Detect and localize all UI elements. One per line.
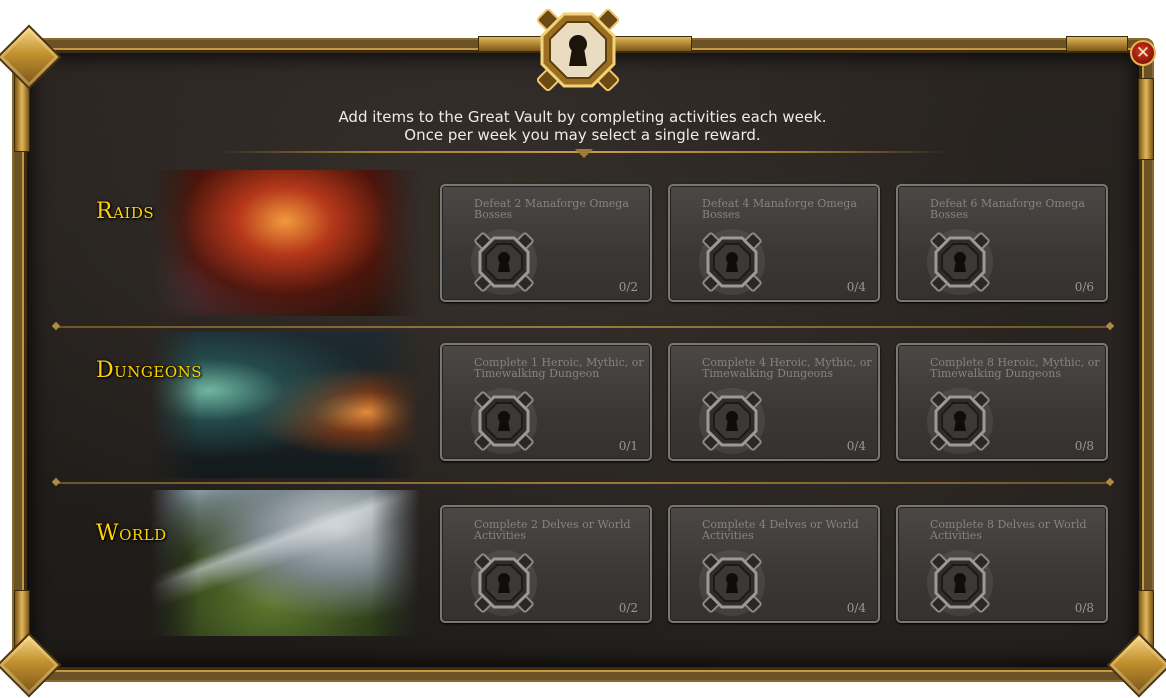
reward-slot[interactable]: Defeat 2 Manaforge Omega Bosses 0/2 <box>440 184 652 302</box>
slot-progress: 0/8 <box>1074 439 1094 453</box>
vault-instructions: Add items to the Great Vault by completi… <box>200 108 965 144</box>
slot-progress: 0/1 <box>618 439 638 453</box>
keyhole-lock-icon <box>696 547 768 619</box>
raid-boss-art <box>150 170 420 316</box>
slot-progress: 0/2 <box>618 601 638 615</box>
slot-description: Defeat 6 Manaforge Omega Bosses <box>930 197 1085 221</box>
instructions-line-2: Once per week you may select a single re… <box>404 126 761 144</box>
slot-progress: 0/8 <box>1074 601 1094 615</box>
slot-description: Complete 4 Delves or World Activities <box>702 518 859 542</box>
category-title-dungeons: Dungeons <box>96 358 203 383</box>
category-title-world: World <box>96 521 167 546</box>
slot-progress: 0/4 <box>846 601 866 615</box>
close-button[interactable]: ✕ <box>1130 40 1156 66</box>
keyhole-lock-icon <box>696 385 768 457</box>
reward-slot[interactable]: Defeat 6 Manaforge Omega Bosses 0/6 <box>896 184 1108 302</box>
slot-progress: 0/4 <box>846 439 866 453</box>
header-divider-notch <box>575 149 593 158</box>
reward-slot[interactable]: Complete 8 Heroic, Mythic, or Timewalkin… <box>896 343 1108 461</box>
slot-progress: 0/6 <box>1074 280 1094 294</box>
frame-ornament <box>1066 36 1128 52</box>
row-divider <box>56 326 1110 328</box>
slot-description: Complete 2 Delves or World Activities <box>474 518 631 542</box>
reward-slot[interactable]: Complete 4 Delves or World Activities 0/… <box>668 505 880 623</box>
frame-ornament <box>1138 78 1154 160</box>
slot-description: Defeat 4 Manaforge Omega Bosses <box>702 197 857 221</box>
slot-description: Complete 8 Delves or World Activities <box>930 518 1087 542</box>
keyhole-lock-icon <box>468 385 540 457</box>
dungeon-entrance-art <box>150 332 420 478</box>
reward-slot[interactable]: Complete 8 Delves or World Activities 0/… <box>896 505 1108 623</box>
slot-description: Complete 1 Heroic, Mythic, or Timewalkin… <box>474 356 644 380</box>
slot-description: Complete 8 Heroic, Mythic, or Timewalkin… <box>930 356 1100 380</box>
keyhole-lock-icon <box>924 385 996 457</box>
mountain-landscape-art <box>150 490 420 636</box>
slot-progress: 0/2 <box>618 280 638 294</box>
slot-description: Complete 4 Heroic, Mythic, or Timewalkin… <box>702 356 872 380</box>
keyhole-lock-icon <box>924 547 996 619</box>
reward-slot[interactable]: Complete 1 Heroic, Mythic, or Timewalkin… <box>440 343 652 461</box>
keyhole-lock-icon <box>924 226 996 298</box>
row-divider <box>56 482 1110 484</box>
instructions-line-1: Add items to the Great Vault by completi… <box>338 108 827 126</box>
vault-lock-emblem-icon <box>532 4 624 96</box>
category-title-raids: Raids <box>96 199 155 224</box>
reward-slot[interactable]: Defeat 4 Manaforge Omega Bosses 0/4 <box>668 184 880 302</box>
keyhole-lock-icon <box>468 547 540 619</box>
slot-description: Defeat 2 Manaforge Omega Bosses <box>474 197 629 221</box>
keyhole-lock-icon <box>696 226 768 298</box>
reward-slot[interactable]: Complete 4 Heroic, Mythic, or Timewalkin… <box>668 343 880 461</box>
slot-progress: 0/4 <box>846 280 866 294</box>
reward-slot[interactable]: Complete 2 Delves or World Activities 0/… <box>440 505 652 623</box>
keyhole-lock-icon <box>468 226 540 298</box>
